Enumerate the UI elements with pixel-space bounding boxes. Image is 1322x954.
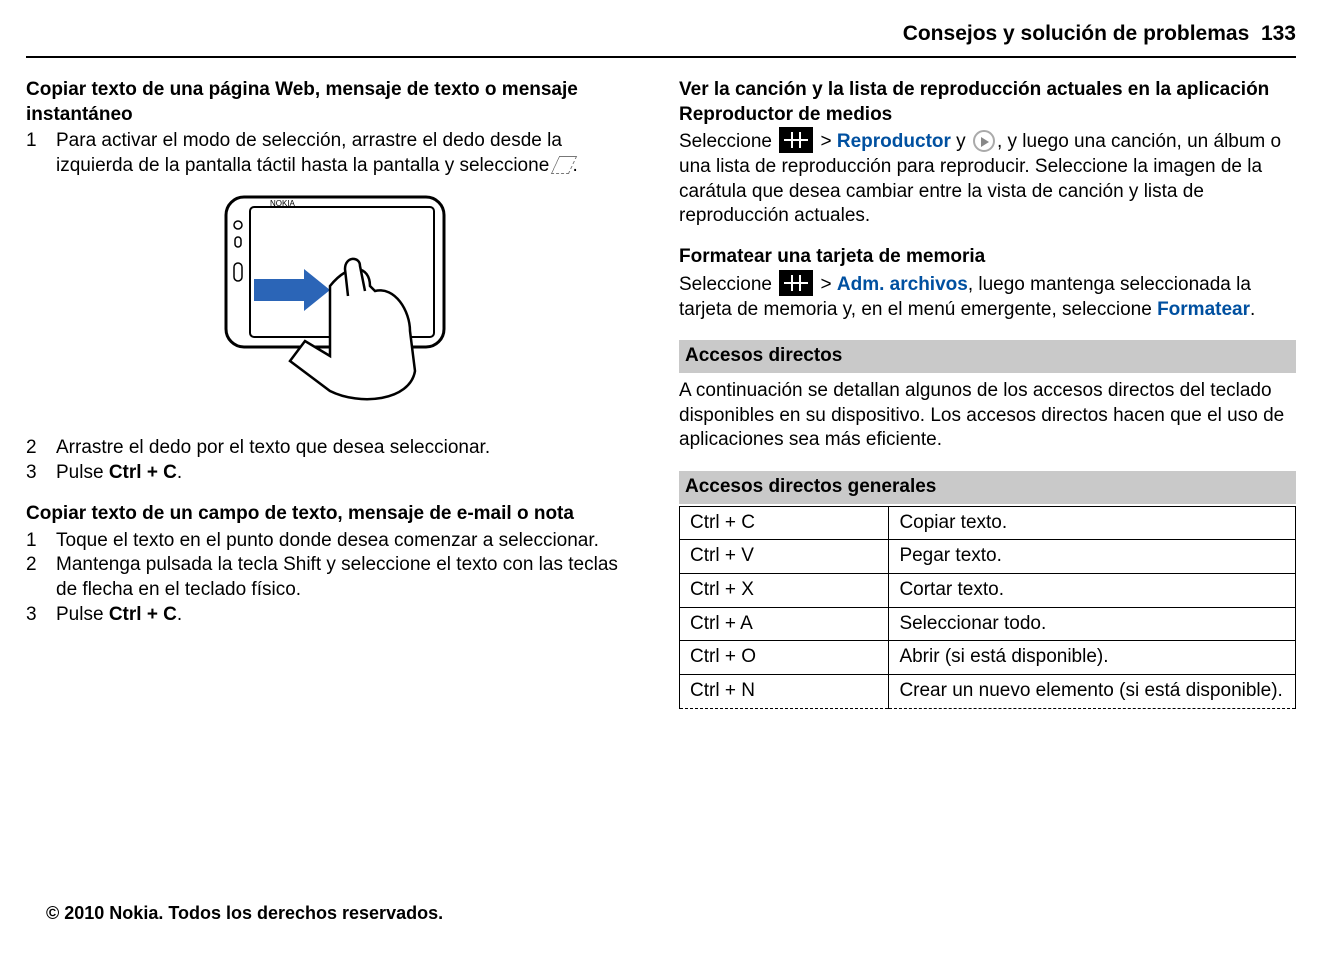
right-column: Ver la canción y la lista de reproducció… — [679, 78, 1296, 709]
right-heading-1: Ver la canción y la lista de reproducció… — [679, 78, 1296, 127]
shortcut-key-cell: Ctrl + C — [680, 506, 889, 540]
right-heading-2: Formatear una tarjeta de memoria — [679, 245, 1296, 270]
list-text: Pulse Ctrl + C. — [56, 603, 643, 628]
app-menu-icon — [779, 127, 813, 153]
left-heading-1: Copiar texto de una página Web, mensaje … — [26, 78, 643, 127]
shortcut-desc-cell: Crear un nuevo elemento (si está disponi… — [889, 675, 1296, 709]
right-para-1: Seleccione > Reproductor y , y luego una… — [679, 127, 1296, 229]
formatear-link: Formatear — [1157, 299, 1250, 320]
header-page: 133 — [1261, 22, 1296, 45]
shortcut-key: Ctrl + C — [109, 462, 177, 483]
shortcut-key-cell: Ctrl + N — [680, 675, 889, 709]
shortcut-desc-cell: Cortar texto. — [889, 574, 1296, 608]
list-item: 3 Pulse Ctrl + C. — [26, 603, 643, 628]
list-item: 3 Pulse Ctrl + C. — [26, 461, 643, 486]
shortcut-key-cell: Ctrl + X — [680, 574, 889, 608]
shortcut-desc-cell: Seleccionar todo. — [889, 607, 1296, 641]
media-play-icon — [973, 130, 995, 152]
shortcut-key-cell: Ctrl + O — [680, 641, 889, 675]
shortcut-key-cell: Ctrl + A — [680, 607, 889, 641]
shortcut-desc-cell: Pegar texto. — [889, 540, 1296, 574]
list-number: 3 — [26, 461, 56, 486]
shortcut-desc-cell: Abrir (si está disponible). — [889, 641, 1296, 675]
list-number: 3 — [26, 603, 56, 628]
svg-text:NOKIA: NOKIA — [270, 199, 296, 208]
table-row: Ctrl + ASeleccionar todo. — [680, 607, 1296, 641]
left-list-2: 1 Toque el texto en el punto donde desea… — [26, 529, 643, 628]
shortcuts-intro: A continuación se detallan algunos de lo… — [679, 379, 1296, 453]
list-text: Toque el texto en el punto donde desea c… — [56, 529, 643, 554]
list-number: 1 — [26, 129, 56, 178]
table-row: Ctrl + CCopiar texto. — [680, 506, 1296, 540]
general-shortcuts-heading: Accesos directos generales — [679, 471, 1296, 504]
shortcuts-heading: Accesos directos — [679, 340, 1296, 373]
adm-archivos-link: Adm. archivos — [837, 274, 968, 295]
list-text: Pulse Ctrl + C. — [56, 461, 643, 486]
table-row: Ctrl + XCortar texto. — [680, 574, 1296, 608]
list-number: 2 — [26, 553, 56, 602]
copyright-footer: © 2010 Nokia. Todos los derechos reserva… — [46, 903, 443, 924]
table-row: Ctrl + OAbrir (si está disponible). — [680, 641, 1296, 675]
list-text: Para activar el modo de selección, arras… — [56, 129, 643, 178]
shortcuts-table: Ctrl + CCopiar texto.Ctrl + VPegar texto… — [679, 506, 1296, 709]
left-column: Copiar texto de una página Web, mensaje … — [26, 78, 643, 709]
left-list-1b: 2 Arrastre el dedo por el texto que dese… — [26, 436, 643, 485]
table-row: Ctrl + VPegar texto. — [680, 540, 1296, 574]
left-list-1: 1 Para activar el modo de selección, arr… — [26, 129, 643, 178]
app-menu-icon — [779, 270, 813, 296]
list-number: 1 — [26, 529, 56, 554]
shortcut-key-cell: Ctrl + V — [680, 540, 889, 574]
left-heading-2: Copiar texto de un campo de texto, mensa… — [26, 502, 643, 527]
list-text: Mantenga pulsada la tecla Shift y selecc… — [56, 553, 643, 602]
table-row: Ctrl + NCrear un nuevo elemento (si está… — [680, 675, 1296, 709]
content-columns: Copiar texto de una página Web, mensaje … — [26, 78, 1296, 709]
page-header: Consejos y solución de problemas 133 — [26, 22, 1296, 58]
reproductor-link: Reproductor — [837, 131, 951, 152]
shortcut-desc-cell: Copiar texto. — [889, 506, 1296, 540]
shortcut-key: Ctrl + C — [109, 604, 177, 625]
list-item: 1 Toque el texto en el punto donde desea… — [26, 529, 643, 554]
right-para-2: Seleccione > Adm. archivos, luego manten… — [679, 270, 1296, 322]
list-text: Arrastre el dedo por el texto que desea … — [56, 436, 643, 461]
list-item: 1 Para activar el modo de selección, arr… — [26, 129, 643, 178]
list-item: 2 Arrastre el dedo por el texto que dese… — [26, 436, 643, 461]
gesture-illustration: NOKIA — [26, 191, 643, 419]
list-number: 2 — [26, 436, 56, 461]
list-item: 2 Mantenga pulsada la tecla Shift y sele… — [26, 553, 643, 602]
header-section: Consejos y solución de problemas — [903, 22, 1250, 45]
